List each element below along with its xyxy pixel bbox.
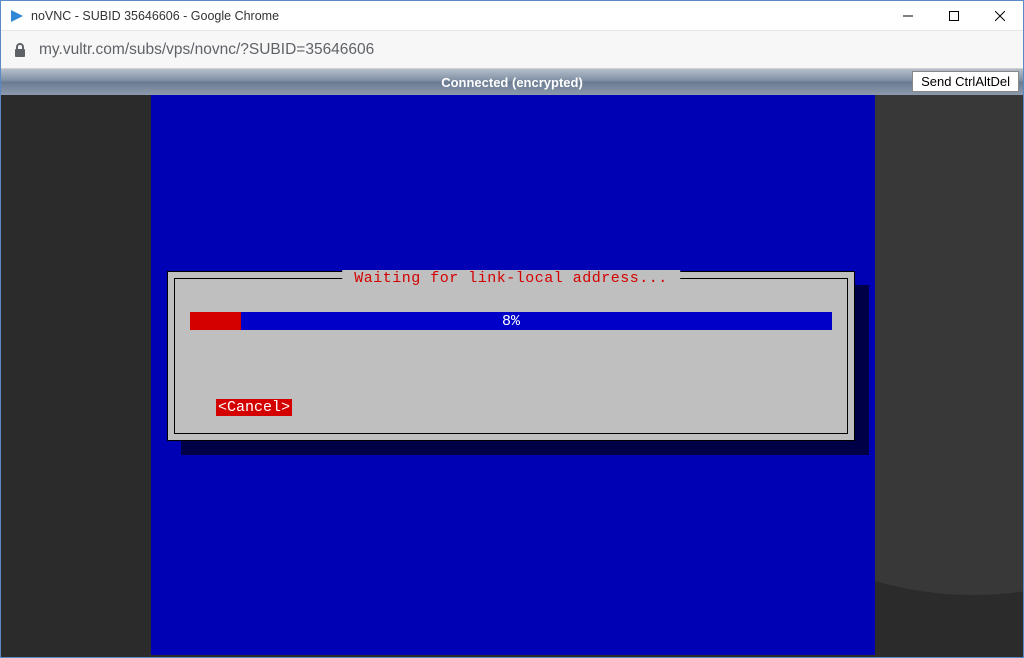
cancel-button[interactable]: <Cancel> [216, 399, 292, 416]
minimize-button[interactable] [885, 1, 931, 30]
titlebar: noVNC - SUBID 35646606 - Google Chrome [1, 1, 1023, 31]
vnc-framebuffer[interactable]: Waiting for link-local address... 8% <Ca… [151, 95, 875, 655]
close-button[interactable] [977, 1, 1023, 30]
app-icon [9, 8, 25, 24]
installer-dialog: Waiting for link-local address... 8% <Ca… [167, 271, 855, 441]
address-bar: my.vultr.com/subs/vps/novnc/?SUBID=35646… [1, 31, 1023, 69]
vnc-viewport: Waiting for link-local address... 8% <Ca… [1, 95, 1023, 657]
maximize-button[interactable] [931, 1, 977, 30]
vnc-status-text: Connected (encrypted) [441, 75, 583, 90]
window-title: noVNC - SUBID 35646606 - Google Chrome [31, 9, 885, 23]
lock-icon [11, 41, 29, 59]
vnc-status-bar: Connected (encrypted) Send CtrlAltDel [1, 69, 1023, 95]
progress-label: 8% [190, 312, 832, 330]
window-controls [885, 1, 1023, 30]
url-text[interactable]: my.vultr.com/subs/vps/novnc/?SUBID=35646… [39, 41, 374, 59]
chrome-window: noVNC - SUBID 35646606 - Google Chrome m… [0, 0, 1024, 658]
dialog-title: Waiting for link-local address... [342, 270, 680, 287]
send-ctrlaltdel-button[interactable]: Send CtrlAltDel [912, 71, 1019, 92]
